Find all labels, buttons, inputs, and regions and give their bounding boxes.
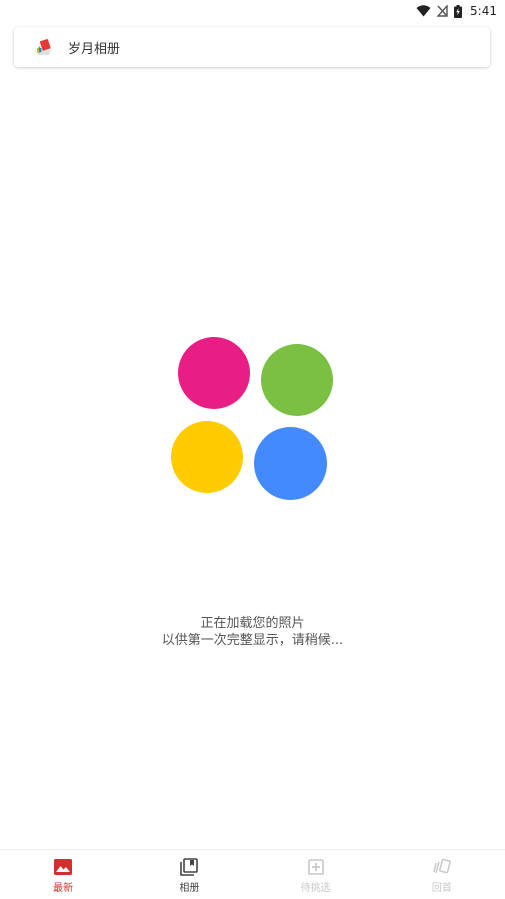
loading-message: 正在加载您的照片 以供第一次完整显示，请稍候... (0, 615, 505, 649)
battery-charging-icon (454, 4, 463, 18)
header-bar[interactable]: 岁月相册 (14, 27, 490, 67)
status-bar: 5:41 (0, 0, 505, 22)
nav-label-latest: 最新 (53, 883, 74, 894)
image-icon (53, 857, 73, 877)
nav-label-memories: 回首 (431, 883, 452, 894)
loader-dot-blue (254, 427, 327, 500)
loading-line-1: 正在加载您的照片 (200, 616, 305, 631)
loading-animation (168, 334, 338, 504)
loader-dot-green (261, 344, 333, 416)
loader-dot-pink (178, 337, 250, 409)
add-box-icon (306, 857, 326, 877)
bottom-navigation: 最新 相册 待挑选 回首 (0, 849, 505, 899)
nav-item-latest[interactable]: 最新 (0, 850, 126, 899)
nav-item-memories[interactable]: 回首 (379, 850, 505, 899)
loading-line-2: 以供第一次完整显示，请稍候... (161, 633, 344, 648)
status-time: 5:41 (470, 4, 497, 18)
no-signal-icon (437, 5, 448, 17)
album-icon (179, 857, 199, 877)
nav-item-albums[interactable]: 相册 (126, 850, 252, 899)
loader-dot-yellow (171, 421, 243, 493)
nav-label-to-pick: 待挑选 (300, 883, 331, 894)
app-title: 岁月相册 (68, 41, 121, 57)
nav-label-albums: 相册 (179, 883, 200, 894)
status-icons: 5:41 (416, 3, 497, 19)
cards-icon (432, 857, 452, 877)
app-logo-icon (34, 37, 54, 57)
nav-item-to-pick[interactable]: 待挑选 (253, 850, 379, 899)
wifi-icon (416, 5, 431, 17)
